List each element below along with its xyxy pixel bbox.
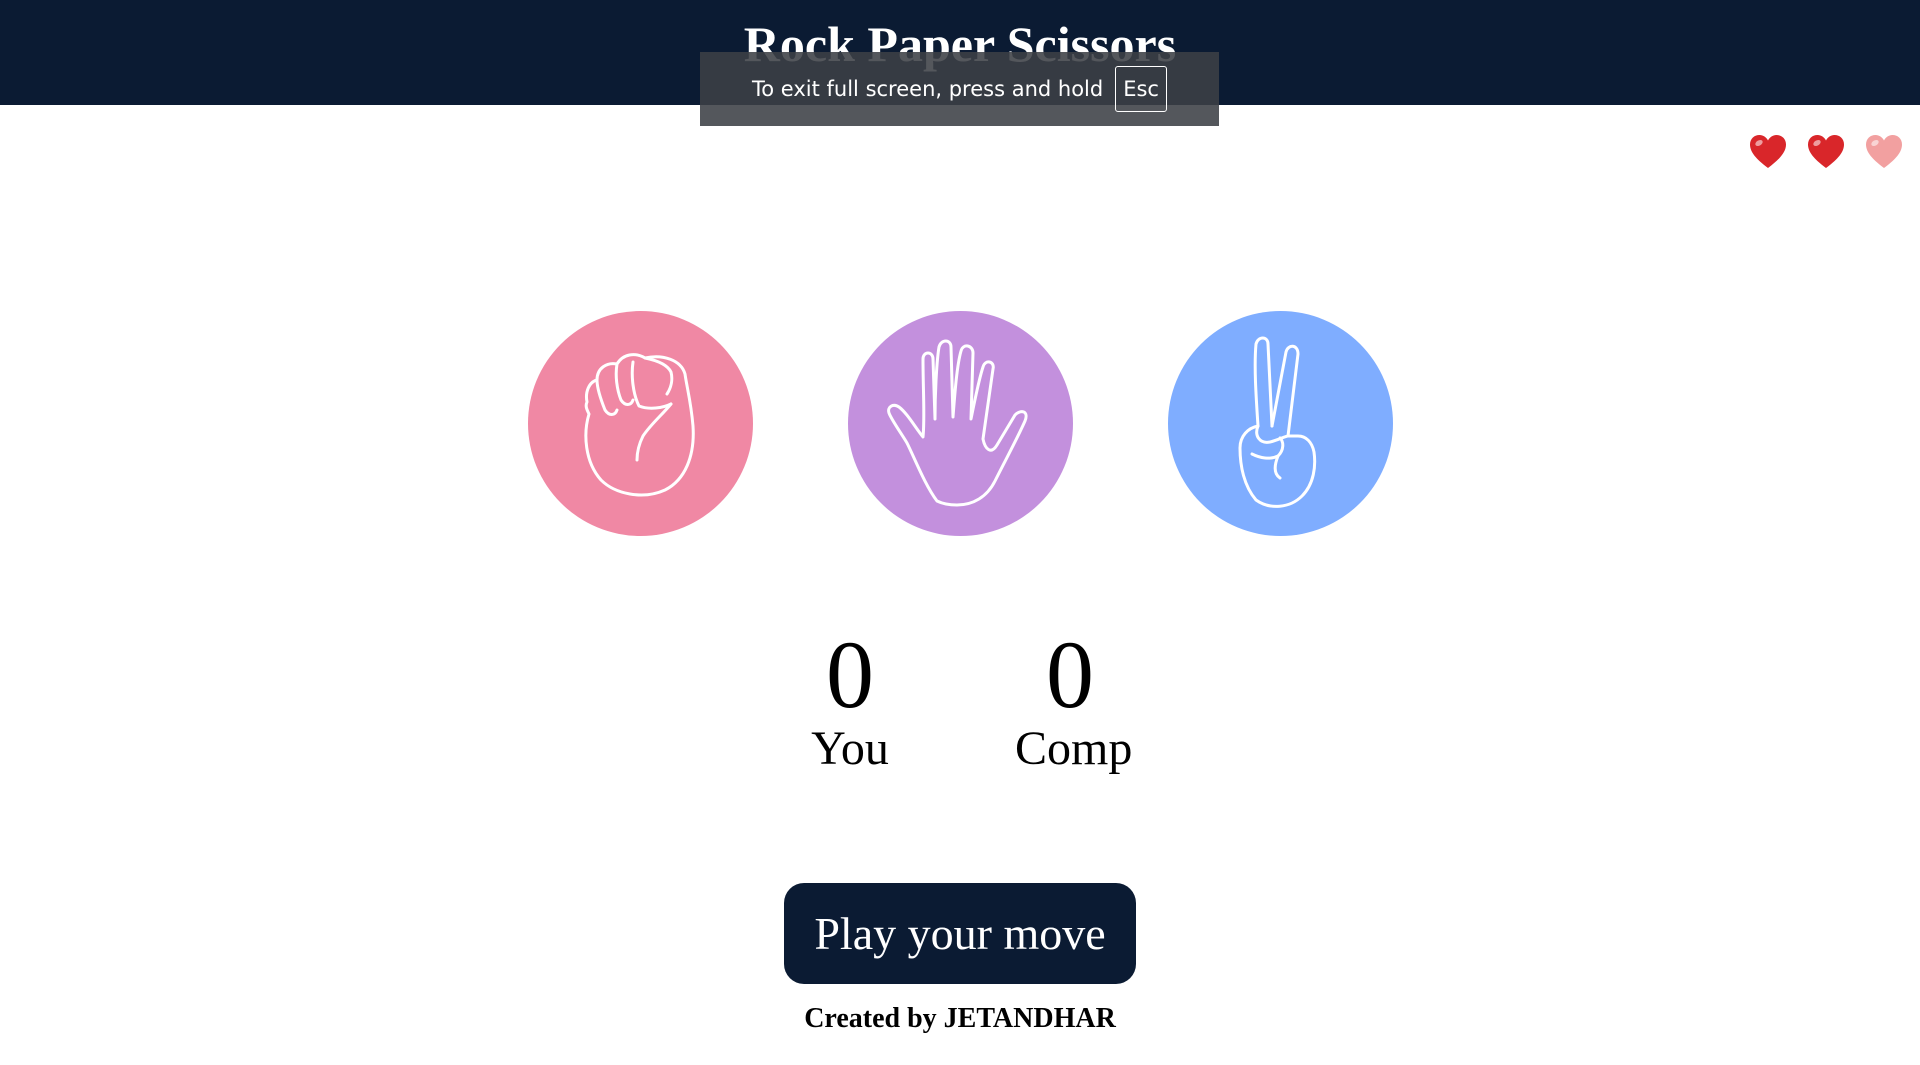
heart-icon bbox=[1806, 132, 1846, 172]
computer-score-label: Comp bbox=[1015, 722, 1133, 775]
play-move-button[interactable]: Play your move bbox=[784, 883, 1136, 984]
computer-score-value: 0 bbox=[1046, 621, 1094, 728]
player-score-label: You bbox=[811, 722, 889, 775]
lives-indicator bbox=[1748, 132, 1904, 172]
fullscreen-notice-text: To exit full screen, press and hold bbox=[752, 77, 1104, 101]
fist-icon bbox=[584, 352, 695, 496]
open-hand-icon bbox=[887, 339, 1028, 506]
computer-score: 0 Comp bbox=[1015, 621, 1133, 777]
heart-icon bbox=[1748, 132, 1788, 172]
peace-hand-icon bbox=[1238, 336, 1317, 508]
player-score-value: 0 bbox=[826, 621, 874, 728]
footer-credit: Created by JETANDHAR bbox=[804, 1003, 1116, 1034]
fullscreen-exit-notice: To exit full screen, press and hold Esc bbox=[700, 52, 1219, 126]
paper-button[interactable] bbox=[847, 311, 1073, 536]
esc-key-hint: Esc bbox=[1115, 66, 1167, 112]
rock-button[interactable] bbox=[527, 311, 753, 536]
scoreboard: 0 You 0 Comp bbox=[0, 625, 1920, 777]
heart-icon bbox=[1864, 132, 1904, 172]
player-score: 0 You bbox=[795, 625, 905, 777]
move-choices bbox=[0, 311, 1920, 536]
scissors-button[interactable] bbox=[1167, 311, 1393, 536]
